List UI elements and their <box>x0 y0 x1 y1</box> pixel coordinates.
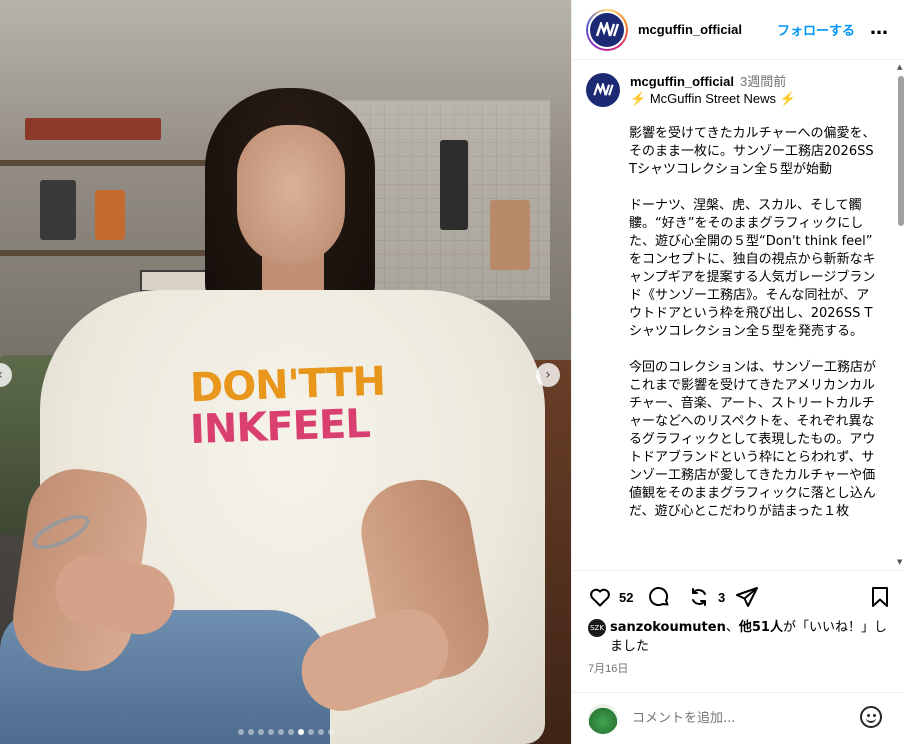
send-icon <box>736 587 758 607</box>
shelf <box>0 250 240 256</box>
lightning-icon: ⚡ <box>630 91 647 106</box>
carousel-dot <box>267 729 274 735</box>
post-time[interactable]: 3週間前 <box>740 74 786 89</box>
lantern <box>40 180 76 240</box>
save-button[interactable] <box>868 585 892 609</box>
like-button[interactable]: 52 <box>588 585 633 609</box>
tool <box>440 140 468 230</box>
liker-avatar[interactable]: SZK <box>588 619 606 637</box>
post-photo: DON'TTH INKFEEL ‹ › <box>0 0 571 744</box>
post-panel: mcguffin_official フォローする … mcguffin_offi… <box>571 0 904 744</box>
repost-count[interactable]: 3 <box>718 590 725 605</box>
repost-icon <box>692 588 706 606</box>
profile-avatar[interactable] <box>588 10 626 49</box>
caption-header: mcguffin_official 3週間前 ⚡ McGuffin Street … <box>586 73 886 107</box>
carousel-dot <box>247 729 254 735</box>
caption-text: 影響を受けてきたカルチャーへの偏愛を、そのまま一枚に。サンゾー工務店2026SS… <box>629 126 877 519</box>
more-options-icon[interactable]: … <box>870 18 889 39</box>
subtitle-text: McGuffin Street News <box>649 91 777 106</box>
caption-username[interactable]: mcguffin_official <box>630 74 734 89</box>
carousel-dot <box>327 729 334 735</box>
post-date[interactable]: 7月16日 <box>588 660 628 676</box>
share-button[interactable] <box>735 585 759 609</box>
carousel-dot <box>257 729 264 735</box>
carousel-dot <box>307 729 314 735</box>
carousel-dot <box>317 729 324 735</box>
shop-sign <box>25 118 161 140</box>
carousel-dots <box>0 729 571 735</box>
mcguffin-logo-icon <box>593 83 614 96</box>
follow-button[interactable]: フォローする <box>777 20 855 39</box>
caption-scroll-area[interactable]: mcguffin_official 3週間前 ⚡ McGuffin Street … <box>572 61 904 570</box>
scrollbar-thumb[interactable] <box>898 76 904 226</box>
tool <box>490 200 530 270</box>
mcguffin-logo-icon <box>595 21 619 36</box>
scroll-down-icon[interactable]: ▼ <box>897 558 902 566</box>
comment-icon <box>649 587 669 607</box>
carousel-dot <box>237 729 244 735</box>
lightning-icon: ⚡ <box>779 91 796 106</box>
shirt-print-line2: INKFEEL <box>189 400 371 454</box>
likes-summary: SZK sanzokoumuten、他51人が「いいね！」しました <box>588 618 888 656</box>
header-username[interactable]: mcguffin_official <box>638 22 742 37</box>
post-header: mcguffin_official フォローする … <box>572 0 904 60</box>
like-count[interactable]: 52 <box>619 590 633 605</box>
comment-button[interactable] <box>647 585 671 609</box>
shelf <box>0 160 240 166</box>
liker-username[interactable]: sanzokoumuten <box>610 620 726 635</box>
scrollbar[interactable]: ▲ ▼ <box>896 62 904 568</box>
carousel-next-button[interactable]: › <box>536 363 560 387</box>
carousel-dot <box>277 729 284 735</box>
repost-button[interactable]: 3 <box>687 585 725 609</box>
heart-icon <box>590 588 610 607</box>
caption-subtitle: ⚡ McGuffin Street News ⚡ <box>630 90 796 107</box>
lantern <box>95 190 125 240</box>
person-face <box>237 125 345 265</box>
likes-others-link[interactable]: 他51人 <box>739 620 783 635</box>
carousel-dot <box>287 729 294 735</box>
bookmark-icon <box>872 587 888 607</box>
action-bar: 52 3 <box>572 570 904 620</box>
scroll-up-icon[interactable]: ▲ <box>897 63 902 71</box>
carousel-dot <box>297 729 304 735</box>
current-user-avatar <box>588 703 618 734</box>
caption-avatar[interactable] <box>586 73 620 107</box>
emoji-icon[interactable] <box>860 706 882 728</box>
comment-input[interactable] <box>632 711 862 726</box>
comment-bar <box>572 692 904 744</box>
story-ring[interactable] <box>586 8 628 51</box>
